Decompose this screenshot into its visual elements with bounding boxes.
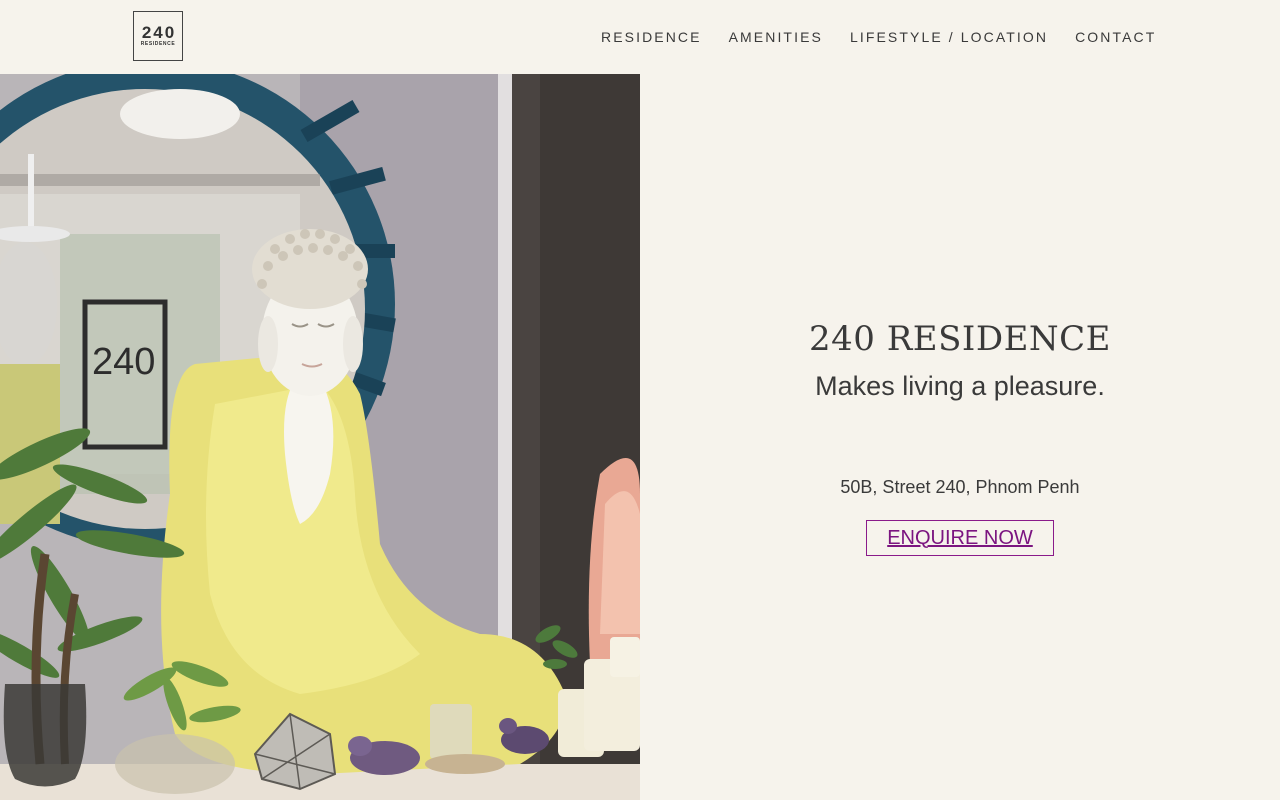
hero-tagline: Makes living a pleasure. [815, 371, 1105, 401]
address-text: 50B, Street 240, Phnom Penh [840, 477, 1080, 497]
main-nav: RESIDENCE AMENITIES LIFESTYLE / LOCATION… [601, 28, 1156, 46]
nav-item-contact[interactable]: CONTACT [1075, 28, 1156, 46]
nav-item-amenities[interactable]: AMENITIES [729, 28, 823, 46]
logo-subtitle: RESIDENCE [140, 41, 176, 47]
logo[interactable]: 240 RESIDENCE [133, 11, 183, 61]
hero-content: 240 RESIDENCE Makes living a pleasure. 5… [640, 74, 1280, 800]
hero-title: 240 RESIDENCE [808, 319, 1111, 359]
logo-number: 240 [141, 23, 177, 42]
site-header: 240 RESIDENCE RESIDENCE AMENITIES LIFEST… [0, 0, 1280, 74]
hero-image: 240 [0, 74, 640, 800]
enquire-now-button[interactable]: ENQUIRE NOW [866, 520, 1054, 556]
nav-item-residence[interactable]: RESIDENCE [601, 28, 702, 46]
svg-text:240: 240 [92, 341, 155, 383]
nav-item-lifestyle-location[interactable]: LIFESTYLE / LOCATION [850, 28, 1048, 46]
